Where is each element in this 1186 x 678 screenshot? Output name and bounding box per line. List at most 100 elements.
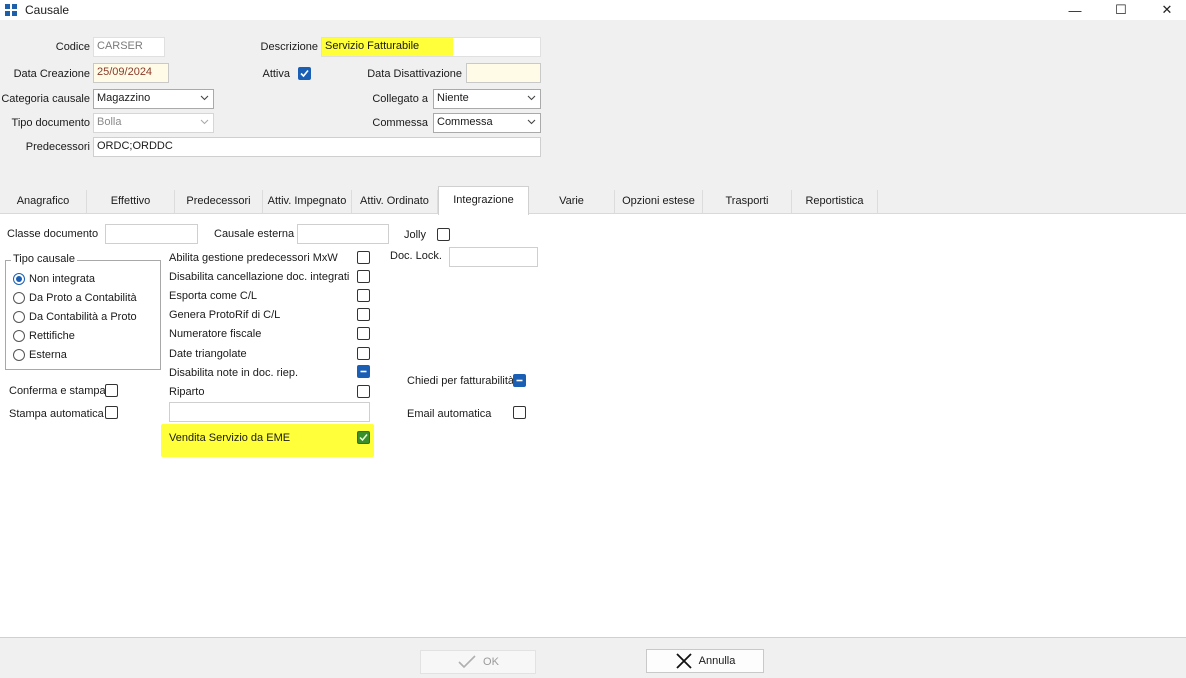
stampa-automatica-label: Stampa automatica — [9, 408, 104, 420]
abilita-gestione-predecessori-checkbox[interactable] — [357, 251, 370, 264]
option-label: Disabilita note in doc. riep. — [169, 367, 299, 379]
option-label: Abilita gestione predecessori MxW — [169, 252, 338, 264]
tab-predecessori[interactable]: Predecessori — [175, 190, 263, 213]
data-disattivazione-field[interactable] — [466, 63, 541, 83]
attiva-checkbox[interactable] — [298, 67, 311, 80]
causale-esterna-field[interactable] — [297, 224, 389, 244]
minimize-button[interactable]: — — [1052, 0, 1098, 20]
attiva-label: Attiva — [262, 68, 290, 80]
vendita-label: Vendita Servizio da EME — [169, 432, 291, 444]
radio-label: Da Contabilità a Proto — [29, 311, 137, 323]
chevron-down-icon — [200, 119, 209, 125]
commessa-select[interactable]: Commessa — [433, 113, 541, 133]
radio-da-contabilita-a-proto[interactable] — [13, 311, 25, 323]
radio-non-integrata[interactable] — [13, 273, 25, 285]
chiedi-fatturabilita-label: Chiedi per fatturabilità — [407, 375, 515, 387]
collegato-label: Collegato a — [372, 93, 428, 105]
tab-effettivo[interactable]: Effettivo — [87, 190, 175, 213]
close-button[interactable]: ✕ — [1144, 0, 1186, 20]
radio-label: Esterna — [29, 349, 67, 361]
radio-da-proto-a-contabilita[interactable] — [13, 292, 25, 304]
chevron-down-icon — [527, 119, 536, 125]
classe-documento-field[interactable] — [105, 224, 198, 244]
collegato-value: Niente — [437, 92, 469, 104]
check-icon — [359, 434, 368, 442]
email-automatica-label: Email automatica — [407, 408, 492, 420]
chevron-down-icon — [200, 95, 209, 101]
tipo-documento-select[interactable]: Bolla — [93, 113, 214, 133]
app-grid-icon — [5, 4, 17, 16]
descrizione-label: Descrizione — [260, 41, 318, 53]
doc-lock-field[interactable] — [449, 247, 538, 267]
esporta-come-cl-checkbox[interactable] — [357, 289, 370, 302]
codice-label: Codice — [55, 41, 90, 53]
stampa-automatica-checkbox[interactable] — [105, 406, 118, 419]
maximize-button[interactable]: ☐ — [1098, 0, 1144, 20]
radio-esterna[interactable] — [13, 349, 25, 361]
tipo-documento-label: Tipo documento — [11, 117, 90, 129]
predecessori-label: Predecessori — [25, 141, 90, 153]
disabilita-note-checkbox[interactable] — [357, 365, 370, 378]
option-label: Riparto — [169, 386, 205, 398]
descrizione-value: Servizio Fatturabile — [322, 38, 453, 56]
categoria-value: Magazzino — [97, 92, 151, 104]
tab-attiv-impegnato[interactable]: Attiv. Impegnato — [263, 190, 352, 213]
ok-label: OK — [483, 656, 499, 668]
data-creazione-field[interactable]: 25/09/2024 — [93, 63, 169, 83]
chevron-down-icon — [527, 95, 536, 101]
option-label: Disabilita cancellazione doc. integrati — [169, 271, 350, 283]
jolly-checkbox[interactable] — [437, 228, 450, 241]
conferma-stampa-label: Conferma e stampa — [9, 385, 106, 397]
tab-integrazione[interactable]: Integrazione — [438, 186, 529, 215]
radio-label: Rettifiche — [29, 330, 75, 342]
riparto-field[interactable] — [169, 402, 370, 422]
date-triangolate-checkbox[interactable] — [357, 347, 370, 360]
option-label: Date triangolate — [169, 348, 247, 360]
tab-attiv-ordinato[interactable]: Attiv. Ordinato — [352, 190, 438, 213]
radio-rettifiche[interactable] — [13, 330, 25, 342]
check-icon — [300, 69, 309, 78]
window-title: Causale — [25, 3, 70, 17]
data-disattivazione-label: Data Disattivazione — [367, 68, 462, 80]
title-bar: Causale — ☐ ✕ — [0, 0, 1186, 20]
option-label: Numeratore fiscale — [169, 328, 262, 340]
conferma-stampa-checkbox[interactable] — [105, 384, 118, 397]
commessa-value: Commessa — [437, 116, 493, 128]
classe-documento-label: Classe documento — [7, 228, 99, 240]
codice-field[interactable]: CARSER — [93, 37, 165, 57]
tab-varie[interactable]: Varie — [529, 190, 615, 213]
tab-reportistica[interactable]: Reportistica — [792, 190, 878, 213]
descrizione-field[interactable]: Servizio Fatturabile — [321, 37, 541, 57]
categoria-select[interactable]: Magazzino — [93, 89, 214, 109]
tab-anagrafico[interactable]: Anagrafico — [0, 190, 87, 213]
doc-lock-label: Doc. Lock. — [390, 250, 442, 262]
tab-trasporti[interactable]: Trasporti — [703, 190, 792, 213]
minus-icon — [516, 379, 523, 382]
numeratore-fiscale-checkbox[interactable] — [357, 327, 370, 340]
data-creazione-label: Data Creazione — [13, 68, 90, 80]
causale-esterna-label: Causale esterna — [214, 228, 295, 240]
predecessori-field[interactable]: ORDC;ORDDC — [93, 137, 541, 157]
riparto-checkbox[interactable] — [357, 385, 370, 398]
tipo-causale-title: Tipo causale — [11, 253, 77, 265]
categoria-label: Categoria causale — [1, 93, 90, 105]
check-icon — [458, 655, 476, 669]
tab-opzioni-estese[interactable]: Opzioni estese — [615, 190, 703, 213]
option-label: Genera ProtoRif di C/L — [169, 309, 281, 321]
chiedi-fatturabilita-checkbox[interactable] — [513, 374, 526, 387]
email-automatica-checkbox[interactable] — [513, 406, 526, 419]
ok-button[interactable]: OK — [420, 650, 536, 674]
annulla-label: Annulla — [698, 655, 736, 667]
vendita-servizio-checkbox[interactable] — [357, 431, 370, 444]
commessa-label: Commessa — [372, 117, 428, 129]
disabilita-cancellazione-checkbox[interactable] — [357, 270, 370, 283]
collegato-select[interactable]: Niente — [433, 89, 541, 109]
tipo-documento-value: Bolla — [97, 116, 122, 128]
annulla-button[interactable]: Annulla — [646, 649, 764, 673]
radio-label: Da Proto a Contabilità — [29, 292, 137, 304]
radio-label: Non integrata — [29, 273, 96, 285]
footer-bar — [0, 639, 1186, 678]
close-icon — [676, 653, 692, 669]
minus-icon — [360, 370, 367, 373]
genera-protorif-checkbox[interactable] — [357, 308, 370, 321]
